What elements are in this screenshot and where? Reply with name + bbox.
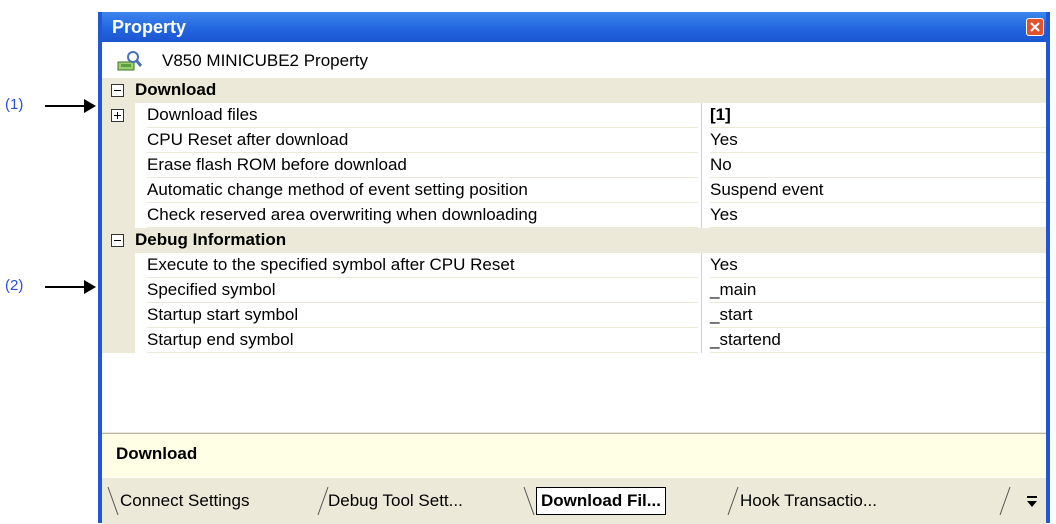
description-panel: Download: [102, 433, 1046, 477]
property-value[interactable]: _main: [710, 278, 1046, 303]
property-name: Startup end symbol: [147, 328, 698, 353]
tab-debug-tool-settings[interactable]: Debug Tool Sett...: [328, 486, 463, 516]
collapse-icon[interactable]: [111, 84, 124, 97]
callout-label: (1): [5, 96, 24, 113]
property-value[interactable]: Yes: [710, 128, 1046, 153]
callout-arrow-line: [45, 105, 85, 107]
property-header: V850 MINICUBE2 Property: [102, 42, 1046, 78]
tab-divider: [999, 486, 1011, 516]
category-debug-information[interactable]: Debug Information: [102, 228, 1046, 253]
callout-1: (1): [0, 95, 96, 115]
property-row[interactable]: CPU Reset after download Yes: [102, 128, 1046, 153]
tab-overflow-button[interactable]: [1024, 494, 1040, 510]
tab-divider: [107, 486, 119, 516]
property-name: Automatic change method of event setting…: [147, 178, 698, 203]
category-label: Debug Information: [135, 230, 287, 249]
property-row[interactable]: Execute to the specified symbol after CP…: [102, 253, 1046, 278]
description-text: Download: [116, 444, 198, 463]
arrow-right-icon: [84, 280, 96, 294]
property-name: Execute to the specified symbol after CP…: [147, 253, 698, 278]
property-row[interactable]: Startup end symbol _startend: [102, 328, 1046, 353]
property-value[interactable]: Yes: [710, 253, 1046, 278]
callout-2: (2): [0, 276, 96, 296]
property-name: CPU Reset after download: [147, 128, 698, 153]
arrow-right-icon: [84, 99, 96, 113]
expand-icon[interactable]: [111, 109, 124, 122]
property-row[interactable]: Download files [1]: [102, 103, 1046, 128]
tab-download-files[interactable]: Download Fil...: [536, 487, 666, 515]
debug-tool-icon: [117, 51, 143, 71]
property-value[interactable]: _start: [710, 303, 1046, 328]
tab-bar: Connect Settings Debug Tool Sett... Down…: [102, 477, 1046, 524]
tab-hook-transaction[interactable]: Hook Transactio...: [740, 486, 877, 516]
property-row[interactable]: Erase flash ROM before download No: [102, 153, 1046, 178]
tab-connect-settings[interactable]: Connect Settings: [120, 486, 249, 516]
category-download[interactable]: Download: [102, 78, 1046, 103]
property-name: Startup start symbol: [147, 303, 698, 328]
property-name: Check reserved area overwriting when dow…: [147, 203, 698, 228]
collapse-icon[interactable]: [111, 234, 124, 247]
property-row[interactable]: Automatic change method of event setting…: [102, 178, 1046, 203]
property-row[interactable]: Specified symbol _main: [102, 278, 1046, 303]
title-bar[interactable]: Property: [102, 12, 1046, 42]
property-value[interactable]: Yes: [710, 203, 1046, 228]
tab-divider: [523, 486, 535, 516]
property-value[interactable]: [1]: [710, 103, 1046, 128]
property-header-text: V850 MINICUBE2 Property: [162, 51, 368, 70]
callout-label: (2): [5, 277, 24, 294]
property-grid: Download Download files [1] CPU Reset af…: [102, 78, 1046, 432]
property-row[interactable]: Startup start symbol _start: [102, 303, 1046, 328]
callout-arrow-line: [45, 286, 85, 288]
panel-title: Property: [112, 17, 187, 37]
property-value[interactable]: Suspend event: [710, 178, 1046, 203]
property-name: Erase flash ROM before download: [147, 153, 698, 178]
category-label: Download: [135, 80, 217, 99]
close-button[interactable]: [1026, 18, 1044, 36]
tab-divider: [727, 486, 739, 516]
close-icon: [1030, 22, 1040, 32]
property-name: Specified symbol: [147, 278, 698, 303]
property-value[interactable]: _startend: [710, 328, 1046, 353]
property-value[interactable]: No: [710, 153, 1046, 178]
property-panel: Property V850 MINICUBE2 Property Downloa…: [98, 12, 1050, 524]
property-name: Download files: [147, 103, 698, 128]
property-row[interactable]: Check reserved area overwriting when dow…: [102, 203, 1046, 228]
